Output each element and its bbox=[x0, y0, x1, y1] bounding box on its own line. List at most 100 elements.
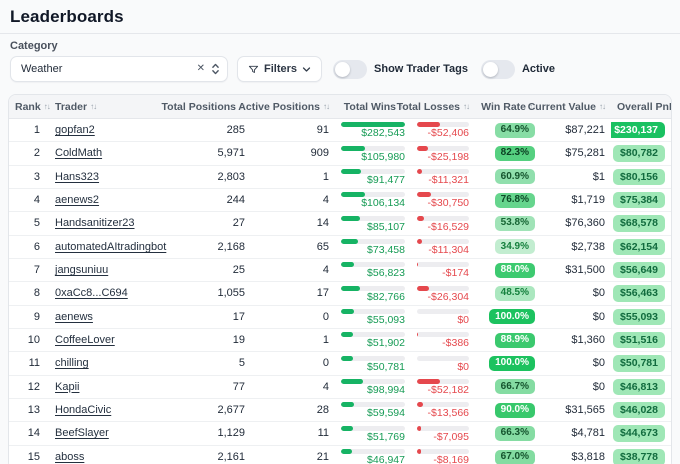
rank-cell: 8 bbox=[9, 287, 49, 299]
filters-button[interactable]: Filters bbox=[237, 56, 322, 82]
column-header-rank[interactable]: Rank↑↓ bbox=[9, 101, 49, 113]
wins-amount: $51,902 bbox=[341, 338, 405, 350]
total-losses-cell: -$13,566 bbox=[411, 400, 475, 420]
wins-amount: $56,823 bbox=[341, 268, 405, 280]
overall-pnl-cell: $75,384 bbox=[611, 192, 671, 209]
trader-link[interactable]: chilling bbox=[55, 357, 89, 369]
trader-link[interactable]: aenews2 bbox=[55, 194, 99, 206]
win-rate-badge: 34.9% bbox=[495, 239, 535, 254]
wins-amount: $106,134 bbox=[341, 198, 405, 210]
column-header-active-positions[interactable]: Active Positions↑↓ bbox=[251, 101, 335, 113]
total-wins-cell: $91,477 bbox=[335, 167, 411, 187]
trader-link[interactable]: aenews bbox=[55, 311, 93, 323]
toggle-show-trader-tags[interactable] bbox=[333, 60, 367, 79]
category-combobox[interactable]: Weather ✕ bbox=[10, 56, 228, 82]
total-wins-cell: $282,543 bbox=[335, 120, 411, 140]
trader-link[interactable]: aboss bbox=[55, 451, 84, 463]
rank-cell: 3 bbox=[9, 171, 49, 183]
total-wins-cell: $50,781 bbox=[335, 354, 411, 374]
trader-link[interactable]: BeefSlayer bbox=[55, 427, 109, 439]
losses-amount: -$386 bbox=[417, 338, 469, 350]
win-rate-cell: 100.0% bbox=[475, 309, 541, 324]
column-header-total-losses[interactable]: Total Losses↑↓ bbox=[411, 101, 475, 113]
column-header-current-value[interactable]: Current Value↑↓ bbox=[541, 101, 611, 113]
wins-amount: $91,477 bbox=[341, 175, 405, 187]
trader-cell: aboss bbox=[49, 451, 179, 463]
table-row: 15aboss2,16121$46,947-$8,16967.0%$3,818$… bbox=[9, 446, 671, 464]
column-header-overall-pnl[interactable]: Overall PnL↑↓ bbox=[611, 101, 672, 113]
losses-amount: -$11,304 bbox=[417, 245, 469, 257]
losses-bar bbox=[417, 426, 469, 431]
active-positions-cell: 11 bbox=[251, 427, 335, 439]
total-positions-cell: 2,803 bbox=[179, 171, 251, 183]
losses-amount: -$11,321 bbox=[417, 175, 469, 187]
total-losses-cell: -$386 bbox=[411, 330, 475, 350]
trader-link[interactable]: gopfan2 bbox=[55, 124, 95, 136]
trader-link[interactable]: Kapii bbox=[55, 381, 79, 393]
current-value-cell: $31,500 bbox=[541, 264, 611, 276]
overall-pnl-badge: $56,649 bbox=[613, 262, 665, 279]
clear-icon[interactable]: ✕ bbox=[197, 64, 205, 74]
current-value-cell: $1,360 bbox=[541, 334, 611, 346]
total-losses-cell: -$52,182 bbox=[411, 377, 475, 397]
losses-amount: -$30,750 bbox=[417, 198, 469, 210]
trader-link[interactable]: HondaCivic bbox=[55, 404, 111, 416]
active-positions-cell: 91 bbox=[251, 124, 335, 136]
toggle-group: Show Trader TagsActive bbox=[333, 60, 561, 79]
column-header-label: Win Rate bbox=[481, 101, 526, 113]
trader-link[interactable]: Handsanitizer23 bbox=[55, 217, 135, 229]
total-positions-cell: 1,129 bbox=[179, 427, 251, 439]
overall-pnl-badge: $75,384 bbox=[613, 192, 665, 209]
trader-link[interactable]: ColdMath bbox=[55, 147, 102, 159]
total-losses-cell: -$11,321 bbox=[411, 167, 475, 187]
wins-bar bbox=[341, 356, 405, 361]
current-value-cell: $0 bbox=[541, 381, 611, 393]
win-rate-cell: 90.0% bbox=[475, 403, 541, 418]
total-losses-cell: -$52,406 bbox=[411, 120, 475, 140]
losses-bar bbox=[417, 356, 469, 361]
wins-amount: $51,769 bbox=[341, 432, 405, 444]
trader-link[interactable]: 0xaCc8...C694 bbox=[55, 287, 128, 299]
total-positions-cell: 285 bbox=[179, 124, 251, 136]
total-losses-cell: -$26,304 bbox=[411, 284, 475, 304]
overall-pnl-cell: $80,782 bbox=[611, 145, 671, 162]
wins-amount: $282,543 bbox=[341, 128, 405, 140]
category-value: Weather bbox=[21, 63, 197, 75]
active-positions-cell: 28 bbox=[251, 404, 335, 416]
total-wins-cell: $51,902 bbox=[335, 330, 411, 350]
trader-link[interactable]: automatedAItradingbot bbox=[55, 241, 166, 253]
rank-cell: 11 bbox=[9, 357, 49, 369]
losses-bar bbox=[417, 286, 469, 291]
win-rate-badge: 100.0% bbox=[489, 309, 535, 324]
trader-link[interactable]: CoffeeLover bbox=[55, 334, 115, 346]
table-body: 1gopfan228591$282,543-$52,40664.9%$87,22… bbox=[9, 119, 671, 464]
sort-icon[interactable]: ↑↓ bbox=[599, 102, 605, 111]
trader-link[interactable]: Hans323 bbox=[55, 171, 99, 183]
total-losses-cell: -$174 bbox=[411, 260, 475, 280]
rank-cell: 1 bbox=[9, 124, 49, 136]
active-positions-cell: 65 bbox=[251, 241, 335, 253]
win-rate-badge: 67.0% bbox=[495, 450, 535, 464]
total-positions-cell: 25 bbox=[179, 264, 251, 276]
wins-bar bbox=[341, 286, 405, 291]
overall-pnl-badge: $50,781 bbox=[613, 355, 665, 372]
active-positions-cell: 4 bbox=[251, 264, 335, 276]
column-header-trader[interactable]: Trader↑↓ bbox=[49, 101, 179, 113]
win-rate-badge: 53.8% bbox=[495, 216, 535, 231]
win-rate-cell: 48.5% bbox=[475, 286, 541, 301]
win-rate-cell: 66.7% bbox=[475, 379, 541, 394]
toggle-active[interactable] bbox=[481, 60, 515, 79]
sort-icon[interactable]: ↑↓ bbox=[323, 102, 329, 111]
titlebar: Leaderboards bbox=[0, 0, 680, 34]
sort-icon[interactable]: ↑↓ bbox=[463, 102, 469, 111]
trader-link[interactable]: jangsuniuu bbox=[55, 264, 108, 276]
overall-pnl-badge: $55,093 bbox=[613, 309, 665, 326]
table-row: 80xaCc8...C6941,05517$82,766-$26,30448.5… bbox=[9, 282, 671, 305]
rank-cell: 6 bbox=[9, 241, 49, 253]
toggle-knob bbox=[483, 62, 498, 77]
sort-icon[interactable]: ↑↓ bbox=[90, 102, 96, 111]
up-down-chevrons-icon[interactable] bbox=[211, 62, 220, 76]
total-wins-cell: $85,107 bbox=[335, 214, 411, 234]
losses-amount: -$8,169 bbox=[417, 455, 469, 464]
overall-pnl-badge: $51,516 bbox=[613, 332, 665, 349]
